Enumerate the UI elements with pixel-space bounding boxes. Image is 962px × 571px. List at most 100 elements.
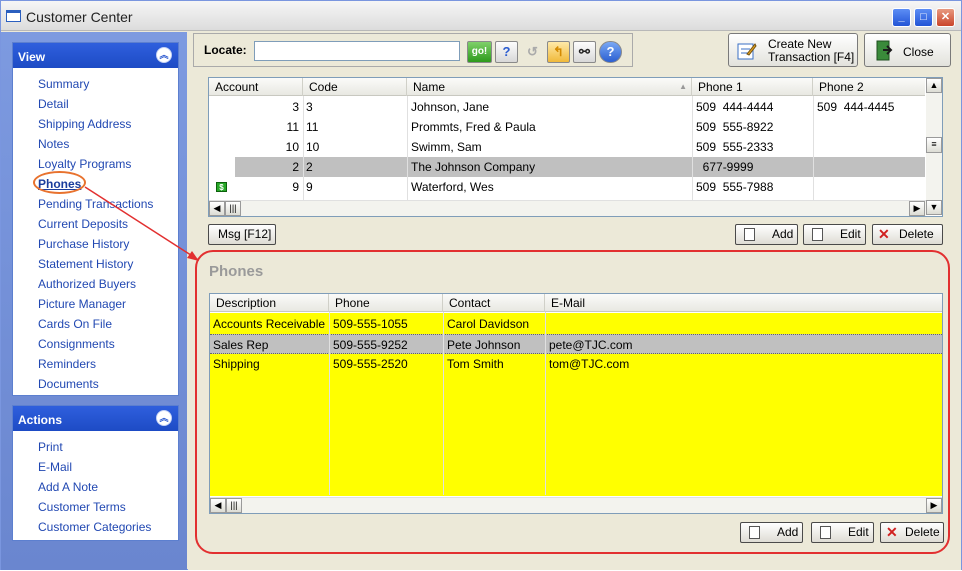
action-item-print[interactable]: Print (13, 437, 178, 457)
customer-row[interactable]: 2 2 The Johnson Company 677-9999 (209, 157, 925, 177)
view-item-summary[interactable]: Summary (13, 74, 178, 94)
create-transaction-button[interactable]: Create New Transaction [F4] (728, 33, 858, 67)
phone-row[interactable]: Accounts Receivable 509-555-1055 Carol Dav… (210, 314, 942, 334)
column-header-phone[interactable]: Phone (329, 294, 443, 312)
action-item-e-mail[interactable]: E-Mail (13, 457, 178, 477)
view-panel-header[interactable]: View ︽ (13, 43, 178, 68)
scroll-down-icon[interactable]: ▼ (926, 200, 942, 215)
customers-vertical-scrollbar[interactable]: ▲ ≡ ▼ (926, 78, 942, 215)
help-icon[interactable]: ? (495, 41, 518, 63)
customer-add-button[interactable]: Add (735, 224, 798, 245)
view-item-detail[interactable]: Detail (13, 94, 178, 114)
phone-cell-email: tom@TJC.com (549, 357, 630, 371)
customer-delete-button[interactable]: ✕ Delete (872, 224, 943, 245)
maximize-button[interactable]: □ (914, 8, 933, 27)
phone-row[interactable]: Sales Rep 509-555-9252 Pete Johnson pete@TJ… (210, 334, 942, 354)
view-item-consignments[interactable]: Consignments (13, 334, 178, 354)
phones-title: Phones (209, 263, 264, 280)
view-item-authorized-buyers[interactable]: Authorized Buyers (13, 274, 178, 294)
view-item-statement-history[interactable]: Statement History (13, 254, 178, 274)
door-exit-icon (876, 40, 893, 61)
view-panel-title: View (18, 50, 46, 64)
scroll-thumb[interactable]: ||| (225, 201, 241, 216)
column-divider (692, 96, 693, 200)
locate-input[interactable] (254, 41, 460, 61)
msg-button[interactable]: Msg [F12] (208, 224, 276, 245)
action-item-add-a-note[interactable]: Add A Note (13, 477, 178, 497)
column-header-code[interactable]: Code (303, 78, 407, 96)
main-content: Locate: go! ? ↺ ↰ ⚯ ? Create New Transac… (188, 32, 961, 570)
edit-document-icon (812, 228, 823, 241)
customer-row[interactable]: $9 9 Waterford, Wes 509 555-7988 (209, 177, 925, 197)
view-item-cards-on-file[interactable]: Cards On File (13, 314, 178, 334)
close-window-button[interactable]: ✕ (936, 8, 955, 27)
title-bar[interactable]: Customer Center _ □ ✕ (1, 1, 961, 31)
column-header-contact[interactable]: Contact (443, 294, 545, 312)
phones-grid[interactable]: Description Phone Contact E-Mail Account… (209, 293, 943, 514)
phone-edit-button[interactable]: Edit (811, 522, 874, 543)
customer-cell-phone2: 509 444-4445 (817, 100, 895, 114)
customer-cell-name: Johnson, Jane (411, 100, 490, 114)
view-item-current-deposits[interactable]: Current Deposits (13, 214, 178, 234)
new-document-icon (749, 526, 760, 539)
phone-cell-phone: 509-555-1055 (333, 317, 408, 331)
view-item-notes[interactable]: Notes (13, 134, 178, 154)
customer-cell-account: 9 (292, 180, 299, 194)
column-header-description[interactable]: Description (210, 294, 329, 312)
customer-row[interactable]: 3 3 Johnson, Jane 509 444-4444 509 444-4445 (209, 97, 925, 117)
column-header-email[interactable]: E-Mail (545, 294, 942, 312)
column-header-phone2[interactable]: Phone 2 (813, 78, 925, 96)
undo-icon[interactable]: ↺ (521, 41, 544, 63)
close-button[interactable]: Close (864, 33, 951, 67)
phone-row[interactable]: Shipping 509-555-2520 Tom Smith tom@TJC.com (210, 354, 942, 374)
phones-horizontal-scrollbar[interactable]: ◀ ||| ▶ (210, 497, 942, 513)
customers-horizontal-scrollbar[interactable]: ◀ ||| ▶ (209, 200, 926, 216)
scroll-thumb[interactable]: ||| (226, 498, 242, 513)
column-divider (813, 96, 814, 200)
customer-row[interactable]: 11 11 Prommts, Fred & Paula 509 555-8922 (209, 117, 925, 137)
scroll-left-icon[interactable]: ◀ (210, 498, 226, 513)
view-item-reminders[interactable]: Reminders (13, 354, 178, 374)
column-divider (407, 96, 408, 200)
delete-x-icon: ✕ (878, 226, 890, 242)
view-item-shipping-address[interactable]: Shipping Address (13, 114, 178, 134)
phone-delete-button[interactable]: ✕ Delete (880, 522, 944, 543)
close-button-label: Close (903, 45, 934, 59)
customer-cell-phone1: 509 555-8922 (696, 120, 774, 134)
binoculars-icon[interactable]: ⚯ (573, 41, 596, 63)
actions-panel: Actions ︽ Print E-Mail Add A Note Customer … (12, 405, 179, 541)
phone-add-button[interactable]: Add (740, 522, 803, 543)
collapse-actions-icon[interactable]: ︽ (156, 410, 172, 426)
action-item-customer-terms[interactable]: Customer Terms (13, 497, 178, 517)
scroll-thumb[interactable]: ≡ (926, 137, 942, 153)
scroll-up-icon[interactable]: ▲ (926, 78, 942, 93)
scroll-right-icon[interactable]: ▶ (909, 201, 925, 216)
actions-panel-header[interactable]: Actions ︽ (13, 406, 178, 431)
customer-center-window: Customer Center _ □ ✕ View ︽ Summary Deta… (0, 0, 962, 570)
scroll-right-icon[interactable]: ▶ (926, 498, 942, 513)
action-item-customer-categories[interactable]: Customer Categories (13, 517, 178, 537)
customer-cell-account: 2 (292, 160, 299, 174)
view-item-purchase-history[interactable]: Purchase History (13, 234, 178, 254)
customer-cell-name: Prommts, Fred & Paula (411, 120, 536, 134)
view-item-loyalty-programs[interactable]: Loyalty Programs (13, 154, 178, 174)
customer-row[interactable]: 10 10 Swimm, Sam 509 555-2333 (209, 137, 925, 157)
info-icon[interactable]: ? (599, 41, 622, 63)
history-icon[interactable]: ↰ (547, 41, 570, 63)
column-header-phone1[interactable]: Phone 1 (692, 78, 813, 96)
scroll-left-icon[interactable]: ◀ (209, 201, 225, 216)
phone-cell-email: pete@TJC.com (549, 338, 633, 352)
column-header-account[interactable]: Account (209, 78, 303, 96)
minimize-button[interactable]: _ (892, 8, 911, 27)
column-header-name[interactable]: Name ▲ (407, 78, 692, 96)
customer-edit-button[interactable]: Edit (803, 224, 866, 245)
sort-ascending-icon: ▲ (679, 82, 687, 91)
view-list: Summary Detail Shipping Address Notes Loyalt… (13, 68, 178, 394)
customers-grid[interactable]: Account Code Name ▲ Phone 1 Phone 2 3 3 Jo… (208, 77, 943, 217)
view-item-pending-transactions[interactable]: Pending Transactions (13, 194, 178, 214)
go-button[interactable]: go! (467, 41, 492, 63)
view-item-documents[interactable]: Documents (13, 374, 178, 394)
collapse-view-icon[interactable]: ︽ (156, 47, 172, 63)
column-divider (443, 312, 444, 495)
view-item-picture-manager[interactable]: Picture Manager (13, 294, 178, 314)
